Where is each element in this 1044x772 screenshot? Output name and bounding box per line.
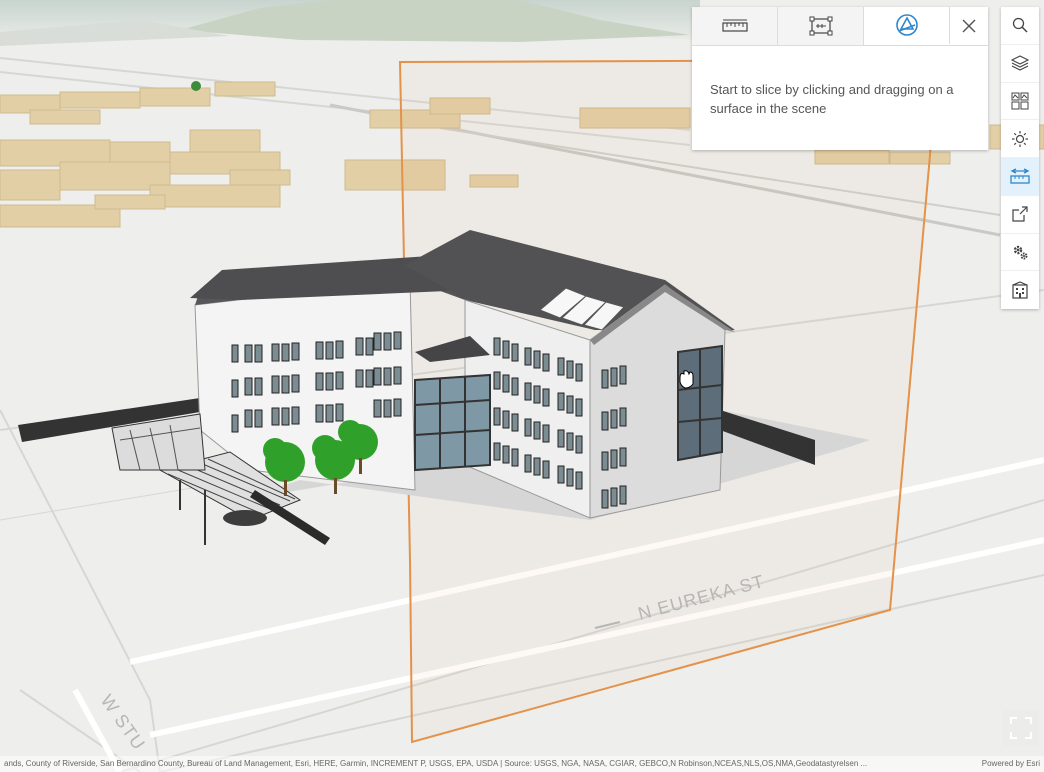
- building-explorer-button[interactable]: [1001, 271, 1039, 309]
- tree: [191, 81, 201, 91]
- measure-line-icon: [1010, 168, 1030, 185]
- slice-widget-panel: Start to slice by clicking and dragging …: [692, 7, 988, 150]
- layers-icon: [1011, 55, 1029, 71]
- close-icon: [962, 19, 976, 33]
- tab-measure-area[interactable]: [778, 7, 864, 45]
- search-icon: [1012, 18, 1028, 33]
- layers-button[interactable]: [1001, 45, 1039, 83]
- measure-area-icon: [809, 16, 832, 36]
- map-toolbar: [1001, 7, 1039, 309]
- share-icon: [1012, 206, 1028, 222]
- map-attribution[interactable]: ands, County of Riverside, San Bernardin…: [0, 756, 1044, 772]
- search-button[interactable]: [1001, 7, 1039, 45]
- basemap-gallery-icon: [1011, 92, 1029, 110]
- fullscreen-button[interactable]: [1003, 710, 1039, 746]
- slice-icon: [895, 14, 918, 36]
- measure-button[interactable]: [1001, 158, 1039, 196]
- tab-slice[interactable]: [864, 7, 950, 45]
- fullscreen-icon: [1010, 717, 1032, 739]
- slice-instruction: Start to slice by clicking and dragging …: [710, 82, 954, 116]
- measure-tabs: [692, 7, 988, 46]
- tab-measure-distance[interactable]: [692, 7, 778, 45]
- settings-button[interactable]: [1001, 234, 1039, 272]
- daylight-button[interactable]: [1001, 120, 1039, 158]
- powered-by-esri[interactable]: Powered by Esri: [982, 756, 1040, 772]
- settings-gears-icon: [1013, 245, 1028, 260]
- daylight-icon: [1012, 130, 1028, 147]
- share-button[interactable]: [1001, 196, 1039, 234]
- measure-distance-icon: [721, 19, 748, 32]
- close-button[interactable]: [950, 7, 988, 45]
- pan-cursor-icon: [679, 370, 694, 389]
- attribution-text: ands, County of Riverside, San Bernardin…: [4, 759, 868, 768]
- building-explorer-icon: [1012, 281, 1028, 299]
- basemap-gallery-button[interactable]: [1001, 83, 1039, 121]
